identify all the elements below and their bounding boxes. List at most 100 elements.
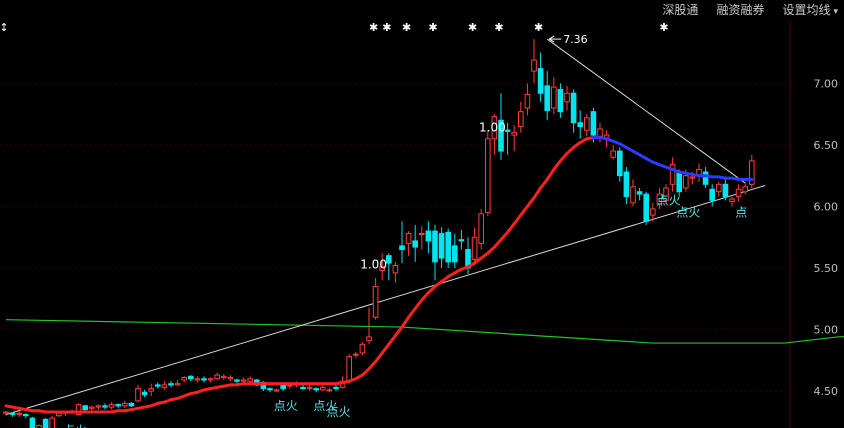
candle-body — [221, 375, 227, 379]
candle — [425, 221, 432, 254]
candle — [148, 383, 154, 396]
candle-body — [300, 386, 306, 390]
candle-body — [201, 378, 207, 381]
signal-label: 点火 — [327, 405, 351, 419]
candle — [452, 233, 458, 268]
candle — [504, 122, 511, 155]
candle — [174, 380, 181, 387]
candle-body — [544, 85, 551, 111]
candle-body — [306, 386, 313, 390]
candle — [36, 424, 42, 428]
ma-short-segment — [393, 325, 404, 338]
candle-body — [89, 406, 95, 409]
y-axis: 4.50 5.00 5.50 6.00 6.50 7.00 — [814, 77, 839, 398]
candle — [3, 410, 9, 416]
candle-body — [683, 175, 689, 189]
candle-body — [551, 86, 557, 109]
candle-body — [29, 417, 36, 428]
top-marker-icon: ✱ — [428, 21, 437, 34]
candle — [399, 221, 405, 264]
candle-body — [313, 388, 319, 391]
candle — [597, 122, 603, 143]
candle-body — [458, 239, 465, 242]
candle — [537, 52, 544, 102]
candle-body — [135, 388, 141, 402]
candle — [749, 154, 755, 188]
candle-body — [188, 375, 194, 380]
candle — [636, 188, 643, 201]
candle-body — [148, 388, 154, 392]
candle-body — [346, 356, 352, 382]
candle-body — [623, 171, 630, 198]
candle — [95, 404, 102, 410]
candle — [188, 375, 194, 382]
candle-body — [320, 386, 326, 391]
candle-body — [102, 405, 108, 408]
candle-body — [570, 92, 577, 124]
y-tick-label: 6.50 — [814, 139, 839, 152]
candle-body — [174, 383, 181, 386]
candle — [438, 227, 445, 268]
candle — [570, 89, 577, 133]
shenzhen-connect-tab[interactable]: 深股通 — [662, 1, 698, 18]
candle — [49, 415, 56, 428]
candle-body — [392, 265, 399, 274]
candle-body — [432, 230, 438, 263]
candle — [432, 224, 438, 281]
signal-label: 点 — [735, 206, 747, 220]
candle-body — [326, 389, 333, 392]
candle — [16, 410, 22, 417]
value-label: 1.00 — [360, 257, 387, 271]
margin-trading-tab[interactable]: 融资融券 — [716, 1, 764, 18]
candle — [102, 403, 108, 410]
top-marker-icon: ✱ — [534, 21, 543, 34]
y-tick-label: 6.00 — [814, 200, 839, 213]
candle-body — [471, 236, 478, 260]
candle — [735, 184, 742, 202]
candle — [551, 77, 557, 115]
candle — [313, 387, 319, 393]
candle-body — [518, 111, 524, 127]
candle-body — [122, 402, 128, 407]
candle-body — [194, 378, 201, 381]
value-label: 1.00 — [479, 121, 506, 135]
ma-short-segment — [512, 213, 523, 226]
candle — [716, 181, 722, 197]
candle — [89, 405, 95, 411]
candle-body — [630, 186, 636, 204]
ma-short-segment — [545, 168, 556, 181]
candle-body — [42, 418, 49, 428]
candle — [729, 196, 735, 207]
candle — [181, 376, 187, 383]
candle — [610, 144, 617, 160]
ma-settings-dropdown[interactable]: 设置均线 ▾ — [782, 1, 838, 18]
candle — [75, 403, 82, 416]
candle-body — [617, 150, 623, 177]
candle-body — [23, 413, 29, 417]
ma-short-segment — [413, 298, 424, 311]
candle — [478, 208, 484, 250]
candle — [115, 403, 122, 409]
ma-short-segment — [407, 307, 417, 319]
candle-body — [511, 132, 517, 136]
candle-body — [405, 233, 412, 244]
candle — [214, 372, 220, 380]
candle — [23, 413, 29, 419]
candle — [419, 226, 425, 250]
candle-body — [636, 191, 643, 195]
top-marker-icon: ✱ — [468, 21, 477, 34]
chevron-down-icon: ▾ — [833, 6, 838, 17]
candle-body — [386, 255, 392, 264]
candle — [234, 378, 240, 384]
candle — [372, 277, 379, 320]
signal-label: 点火 — [63, 423, 87, 428]
candle — [29, 416, 36, 428]
candle-body — [207, 378, 214, 381]
candle-body — [504, 129, 511, 132]
candle — [584, 114, 590, 137]
candle — [702, 167, 709, 188]
candle — [557, 83, 564, 118]
candle-body — [128, 402, 135, 407]
candle-body — [353, 353, 359, 356]
candle — [412, 224, 418, 262]
